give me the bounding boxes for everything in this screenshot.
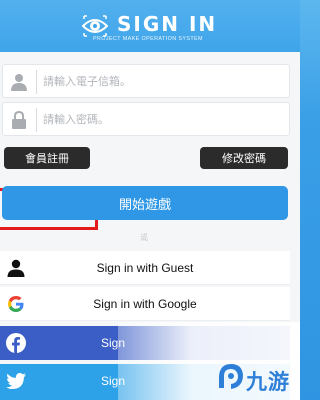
watermark-logo-icon <box>219 364 243 389</box>
start-game-button[interactable]: 開始遊戲 <box>2 186 288 220</box>
google-signin-label: Sign in with Google <box>93 297 197 311</box>
guest-signin-label: Sign in with Guest <box>96 261 194 275</box>
page-subtitle: PROJECT MAKE OPERATION SYSTEM <box>93 36 203 42</box>
google-signin-button[interactable]: Sign in with Google <box>0 287 290 321</box>
watermark-text: 九游 <box>246 370 290 394</box>
guest-signin-button[interactable]: Sign in with Guest <box>0 251 290 285</box>
user-icon <box>11 74 27 91</box>
lock-icon <box>12 111 26 129</box>
register-button[interactable]: 會員註冊 <box>4 147 90 169</box>
change-password-button[interactable]: 修改密碼 <box>200 147 288 169</box>
email-field[interactable] <box>43 65 283 97</box>
page-title: SIGN IN <box>117 12 218 36</box>
field-divider <box>36 70 37 94</box>
header: SIGN IN PROJECT MAKE OPERATION SYSTEM <box>0 0 300 52</box>
password-field-row <box>2 102 290 136</box>
field-divider <box>36 108 37 132</box>
email-field-row <box>2 64 290 98</box>
password-field[interactable] <box>43 103 283 135</box>
or-divider-text: 或 <box>140 233 148 242</box>
